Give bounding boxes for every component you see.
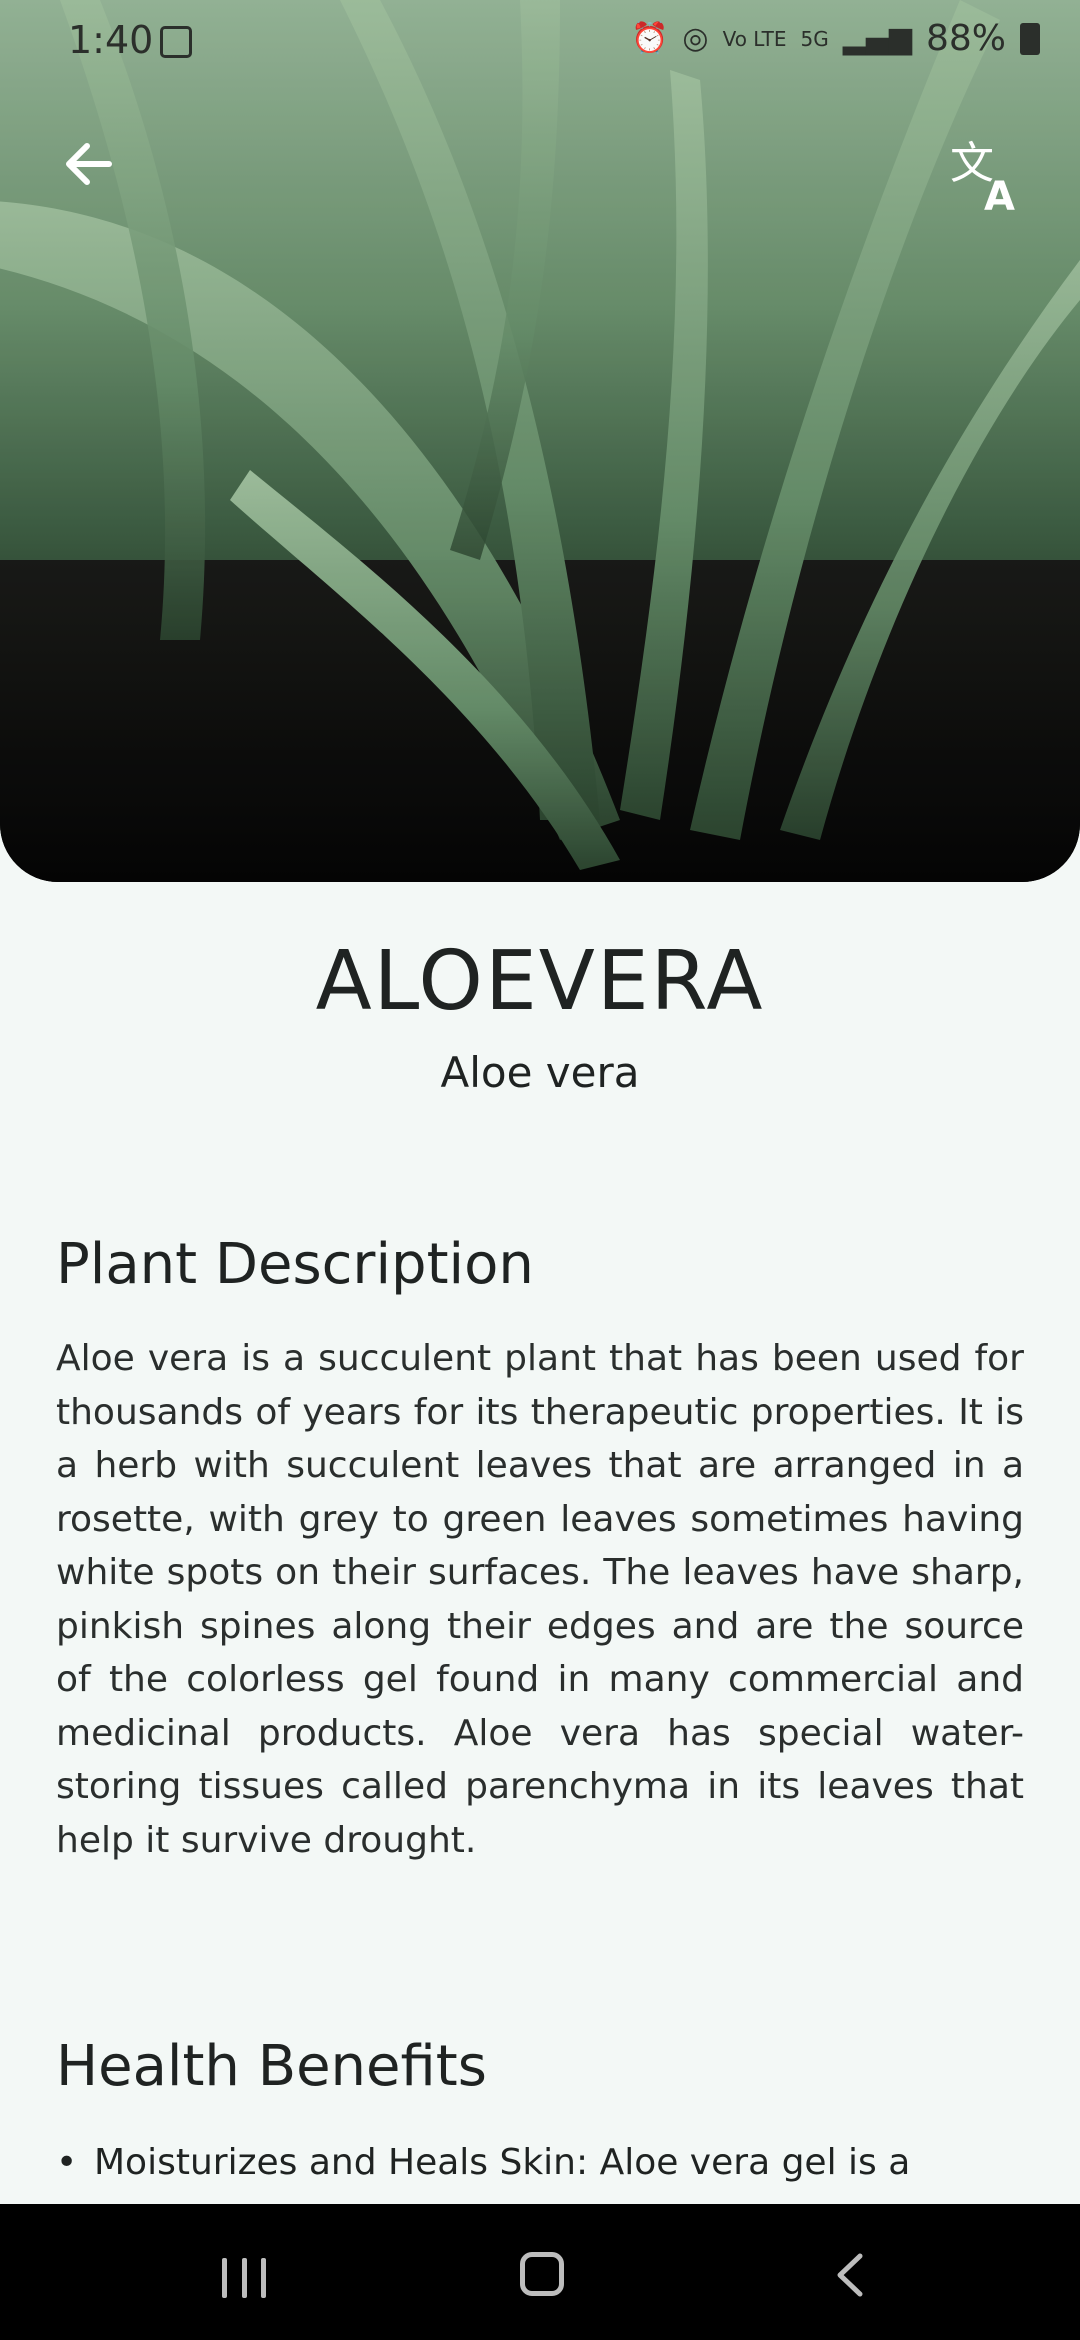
list-item-text: Moisturizes and Heals Skin: Aloe vera ge… xyxy=(94,2142,911,2183)
recents-button[interactable] xyxy=(222,2258,266,2298)
alarm-icon: ⏰ xyxy=(631,20,669,56)
hotspot-icon: ◎ xyxy=(682,20,709,56)
plant-hero-image xyxy=(0,0,1080,882)
back-button[interactable] xyxy=(54,134,124,204)
status-icons: ⏰ ◎ Vo LTE 5G ▂▄▆ 88% xyxy=(631,18,1040,59)
arrow-left-icon xyxy=(66,143,112,185)
recents-icon xyxy=(222,2258,227,2298)
health-benefits-list: • Moisturizes and Heals Skin: Aloe vera … xyxy=(56,2136,1024,2190)
section-heading-health: Health Benefits xyxy=(56,2034,487,2099)
battery-percent: 88% xyxy=(925,18,1006,59)
aloe-plant-illustration xyxy=(0,0,1080,882)
translate-button[interactable]: 文 A xyxy=(946,134,1026,220)
status-bar: 1:40 ⏰ ◎ Vo LTE 5G ▂▄▆ 88% xyxy=(0,0,1080,86)
translate-icon: 文 A xyxy=(950,138,1015,220)
home-button[interactable] xyxy=(520,2252,564,2296)
back-icon[interactable] xyxy=(832,2252,868,2298)
description-text: Aloe vera is a succulent plant that has … xyxy=(56,1338,1024,1861)
status-time: 1:40 xyxy=(68,18,154,62)
plant-common-name: ALOEVERA xyxy=(315,934,765,1029)
bullet-icon: • xyxy=(56,2142,78,2183)
5g-icon: 5G xyxy=(800,26,829,51)
section-heading-description: Plant Description xyxy=(56,1232,534,1297)
list-item: • Moisturizes and Heals Skin: Aloe vera … xyxy=(56,2136,1024,2190)
signal-icon: ▂▄▆ xyxy=(842,20,912,56)
plant-scientific-name: Aloe vera xyxy=(440,1048,640,1097)
image-icon xyxy=(160,26,192,58)
system-nav-bar xyxy=(0,2204,1080,2340)
svg-text:A: A xyxy=(984,174,1015,214)
battery-icon xyxy=(1020,22,1040,55)
volte-icon: Vo LTE xyxy=(722,26,787,51)
